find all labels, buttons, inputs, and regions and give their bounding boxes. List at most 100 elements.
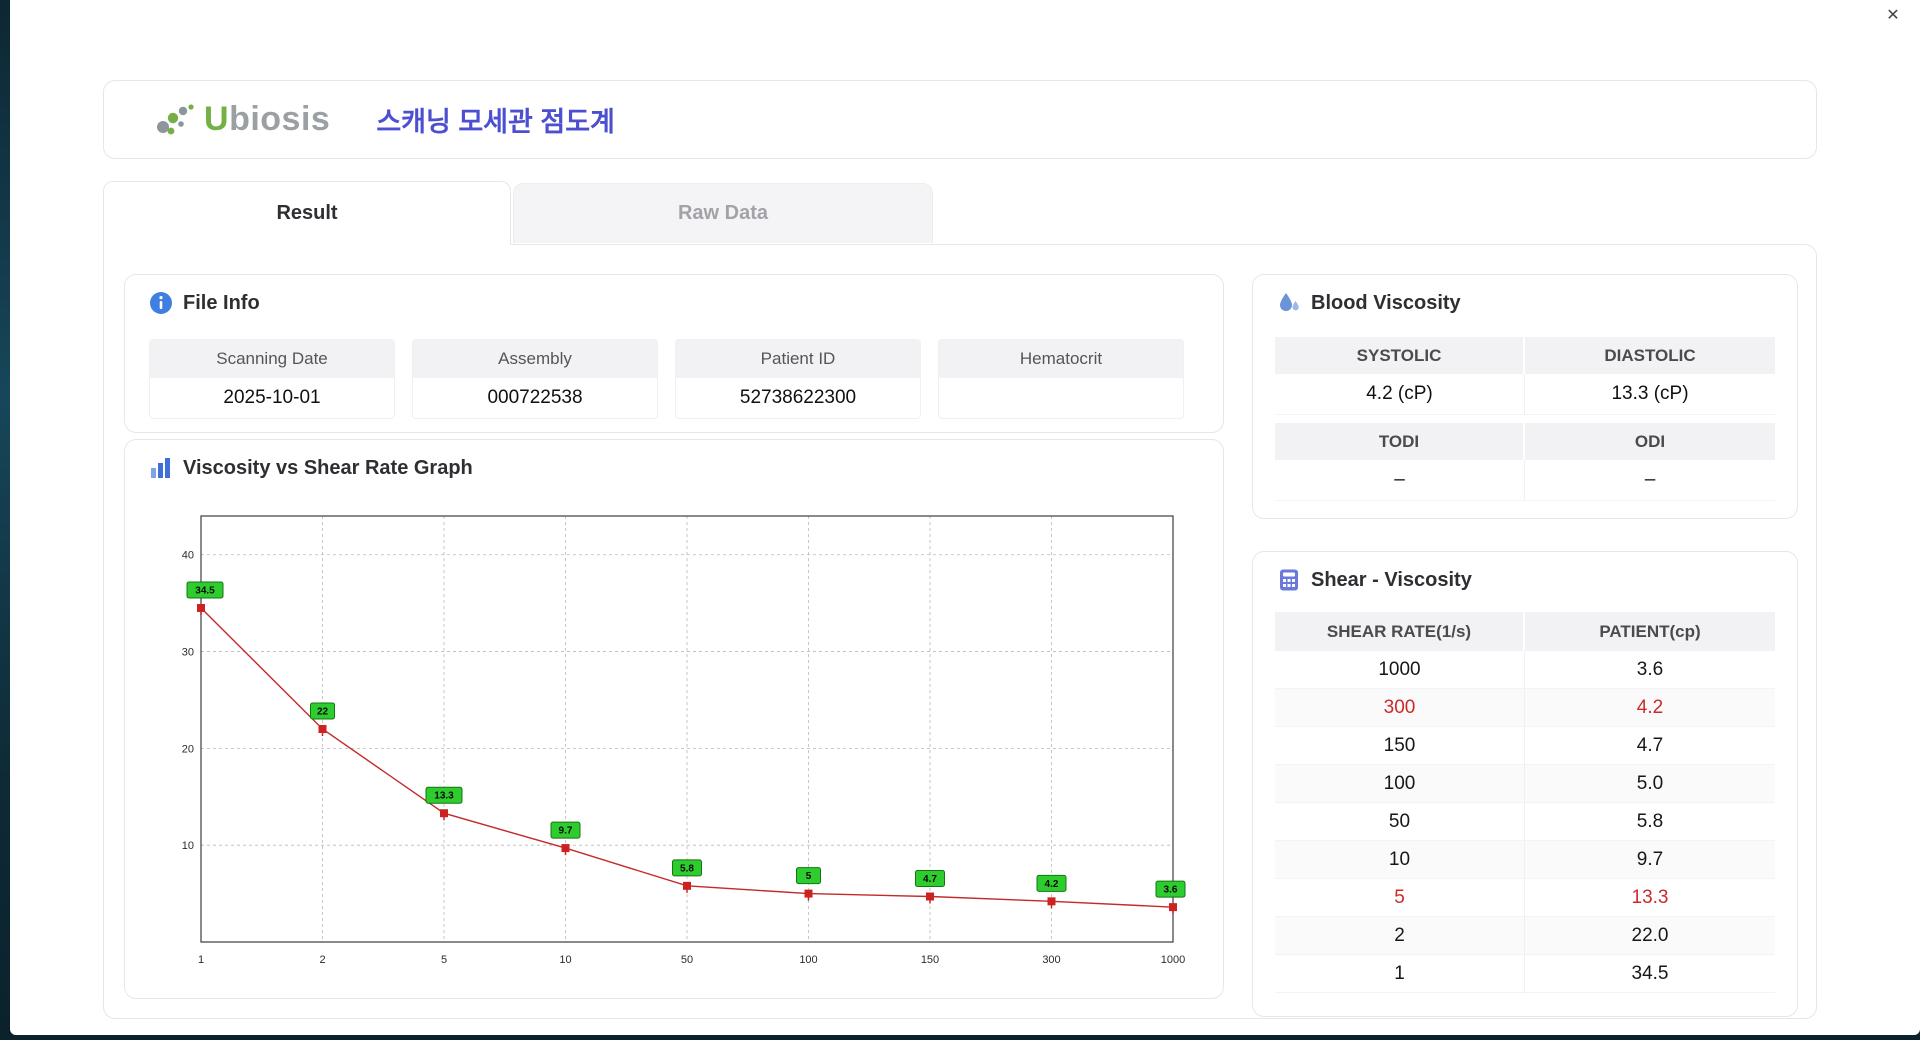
viscosity-chart-svg: 1 2 5 10 50 100 150 300 1000 10 20 30 40 34.5 22 13.3 9.… [182, 515, 1186, 966]
svg-text:2: 2 [319, 954, 325, 966]
tab-result-label: Result [276, 202, 338, 224]
close-button[interactable]: ✕ [1882, 4, 1904, 26]
svg-text:5.8: 5.8 [680, 863, 694, 874]
svg-text:10: 10 [182, 840, 194, 852]
shear-rate-cell: 1000 [1275, 651, 1525, 689]
svg-text:10: 10 [559, 954, 571, 966]
bar-chart-icon [151, 458, 170, 478]
blood-viscosity-title: Blood Viscosity [1311, 291, 1461, 314]
logo-text: Ubiosis [204, 100, 330, 139]
patient-column-header: PATIENT(cp) [1525, 612, 1775, 651]
droplet-icon [1280, 293, 1299, 311]
svg-text:3.6: 3.6 [1164, 885, 1178, 896]
tab-raw-data-label: Raw Data [677, 202, 769, 224]
field-patient-id: Patient ID 52738622300 [675, 339, 921, 419]
svg-text:1000: 1000 [1161, 954, 1185, 966]
shear-table-row: 150 4.7 [1275, 727, 1775, 765]
blood-viscosity-grid: SYSTOLIC DIASTOLIC 4.2 (cP) 13.3 (cP) TO… [1275, 337, 1775, 501]
header-card: Ubiosis 스캐닝 모세관 점도계 [103, 80, 1817, 159]
patient-viscosity-cell: 9.7 [1525, 841, 1775, 879]
svg-text:20: 20 [182, 743, 194, 755]
field-label: Patient ID [676, 340, 920, 378]
file-info-card: File Info Scanning Date 2025-10-01 Assem… [124, 274, 1224, 433]
shear-viscosity-table: SHEAR RATE(1/s) PATIENT(cp) 1000 3.6 300 4.… [1275, 612, 1775, 993]
svg-text:4.2: 4.2 [1045, 879, 1059, 890]
shear-rate-cell: 100 [1275, 765, 1525, 803]
shear-viscosity-title: Shear - Viscosity [1311, 568, 1472, 591]
svg-text:150: 150 [921, 954, 939, 966]
shear-rate-cell: 1 [1275, 955, 1525, 993]
systolic-label: SYSTOLIC [1275, 337, 1525, 374]
ubiosis-logo: Ubiosis [154, 100, 330, 139]
systolic-value: 4.2 (cP) [1275, 374, 1525, 415]
svg-text:22: 22 [317, 707, 329, 718]
info-icon [150, 292, 172, 314]
tab-raw-data[interactable]: Raw Data [513, 183, 933, 243]
field-value: 2025-10-01 [223, 387, 321, 408]
svg-text:5: 5 [806, 871, 812, 882]
graph-title: Viscosity vs Shear Rate Graph [183, 456, 473, 479]
field-value [939, 378, 1183, 418]
shear-table-row: 2 22.0 [1275, 917, 1775, 955]
patient-viscosity-cell: 4.7 [1525, 727, 1775, 765]
file-info-title: File Info [183, 291, 260, 314]
shear-table-row: 1000 3.6 [1275, 651, 1775, 689]
patient-viscosity-cell: 22.0 [1525, 917, 1775, 955]
shear-rate-cell: 2 [1275, 917, 1525, 955]
patient-viscosity-cell: 4.2 [1525, 689, 1775, 727]
file-info-fields: Scanning Date 2025-10-01 Assembly 000722… [149, 339, 1184, 419]
shear-rate-cell: 5 [1275, 879, 1525, 917]
field-label: Assembly [413, 340, 657, 378]
todi-label: TODI [1275, 423, 1525, 460]
svg-text:100: 100 [799, 954, 817, 966]
field-value: 000722538 [487, 387, 583, 408]
shear-rate-cell: 10 [1275, 841, 1525, 879]
todi-value: – [1275, 460, 1525, 501]
svg-text:4.7: 4.7 [923, 874, 937, 885]
viscosity-graph-card: Viscosity vs Shear Rate Graph 1 2 5 10 50 100… [124, 439, 1224, 999]
logo-dots-icon [157, 103, 194, 134]
shear-table-header: SHEAR RATE(1/s) PATIENT(cp) [1275, 612, 1775, 651]
app-window: ✕ Ubiosis 스캐닝 모세관 점도계 Result Raw Data Fi… [10, 0, 1920, 1035]
patient-viscosity-cell: 5.0 [1525, 765, 1775, 803]
svg-text:5: 5 [441, 954, 447, 966]
field-label: Scanning Date [150, 340, 394, 378]
shear-rate-cell: 300 [1275, 689, 1525, 727]
field-value: 52738622300 [739, 387, 857, 408]
patient-viscosity-cell: 13.3 [1525, 879, 1775, 917]
shear-rate-cell: 150 [1275, 727, 1525, 765]
svg-text:9.7: 9.7 [559, 826, 573, 837]
calculator-icon [1280, 569, 1298, 591]
shear-table-row: 5 13.3 [1275, 879, 1775, 917]
blood-viscosity-card: Blood Viscosity SYSTOLIC DIASTOLIC 4.2 (… [1252, 274, 1798, 519]
svg-text:30: 30 [182, 647, 194, 659]
svg-text:1: 1 [198, 954, 204, 966]
logo-text-u: U [204, 100, 230, 138]
tab-result[interactable]: Result [103, 181, 511, 245]
svg-text:50: 50 [681, 954, 693, 966]
odi-label: ODI [1525, 423, 1775, 460]
viscosity-chart: 1 2 5 10 50 100 150 300 1000 10 20 30 40 34.5 22 13.3 9.… [157, 500, 1189, 977]
svg-text:40: 40 [182, 550, 194, 562]
shear-viscosity-card: Shear - Viscosity SHEAR RATE(1/s) PATIEN… [1252, 551, 1798, 1017]
odi-value: – [1525, 460, 1775, 501]
diastolic-value: 13.3 (cP) [1525, 374, 1775, 415]
diastolic-label: DIASTOLIC [1525, 337, 1775, 374]
logo-text-rest: biosis [229, 100, 331, 138]
field-hematocrit: Hematocrit [938, 339, 1184, 419]
svg-text:13.3: 13.3 [434, 791, 454, 802]
patient-viscosity-cell: 3.6 [1525, 651, 1775, 689]
patient-viscosity-cell: 5.8 [1525, 803, 1775, 841]
shear-rate-column-header: SHEAR RATE(1/s) [1275, 612, 1525, 651]
shear-table-row: 10 9.7 [1275, 841, 1775, 879]
titlebar: ✕ [10, 0, 1920, 28]
shear-table-body: 1000 3.6 300 4.2 150 4.7 100 5.0 50 5.8 10 9.7 5 13.3… [1275, 651, 1775, 993]
field-scanning-date: Scanning Date 2025-10-01 [149, 339, 395, 419]
result-panel: File Info Scanning Date 2025-10-01 Assem… [103, 244, 1817, 1019]
shear-table-row: 300 4.2 [1275, 689, 1775, 727]
svg-text:34.5: 34.5 [195, 585, 215, 596]
field-assembly: Assembly 000722538 [412, 339, 658, 419]
app-title: 스캐닝 모세관 점도계 [376, 107, 615, 137]
patient-viscosity-cell: 34.5 [1525, 955, 1775, 993]
field-label: Hematocrit [939, 340, 1183, 378]
